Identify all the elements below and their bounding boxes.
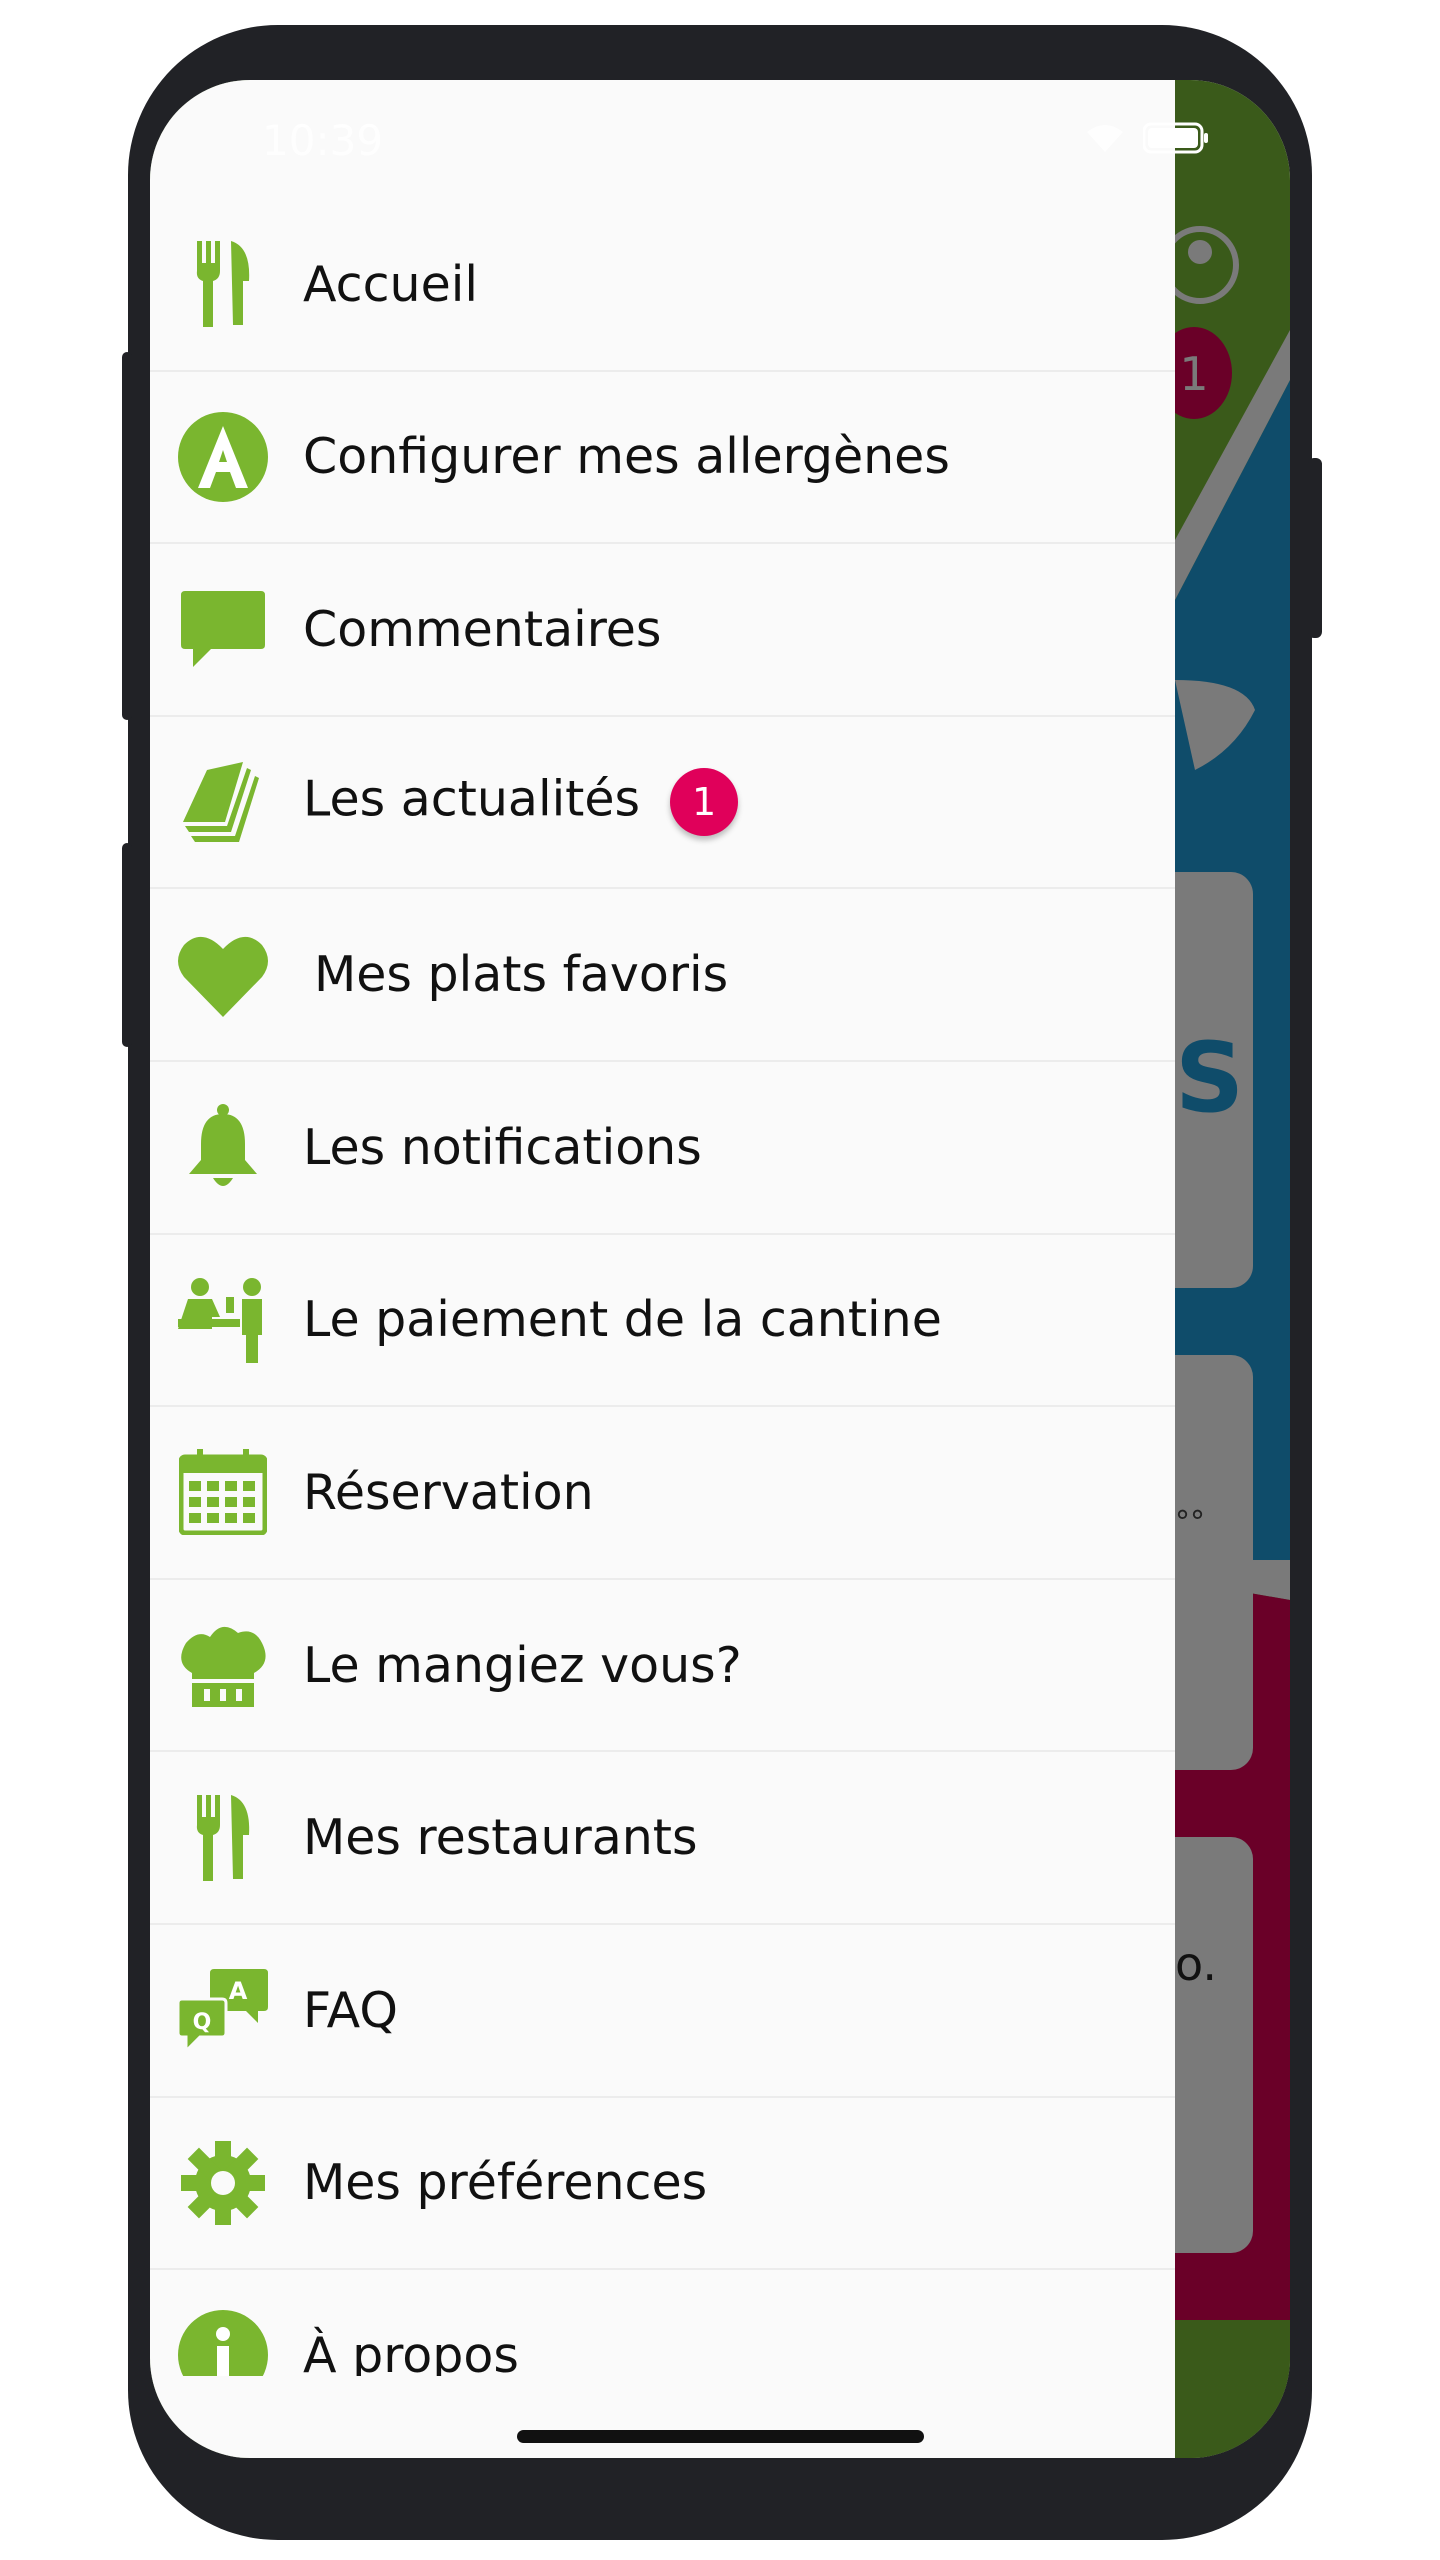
- menu-item-label: Le paiement de la cantine: [303, 1291, 942, 1349]
- menu-item-label: Les notifications: [303, 1118, 702, 1176]
- menu-item-preferences[interactable]: Mes préférences: [150, 2098, 1175, 2271]
- power-button: [1308, 458, 1322, 638]
- news-count-badge: 1: [670, 768, 739, 837]
- status-icons: [1085, 122, 1209, 154]
- navigation-drawer: 10:39 Accueil Configurer mes allergènes …: [150, 80, 1208, 2458]
- volume-button: [122, 843, 132, 1047]
- comment-icon: [178, 584, 268, 674]
- faq-icon: AQ: [178, 1965, 268, 2055]
- menu-item-notifications[interactable]: Les notifications: [150, 1062, 1175, 1235]
- allergen-a-icon: [178, 411, 268, 502]
- fork-knife-icon: [178, 1793, 268, 1883]
- info-icon: [178, 2310, 268, 2376]
- battery-icon: [1143, 122, 1208, 154]
- background-card: o.: [1175, 1837, 1253, 2253]
- menu-item-label: Mes préférences: [303, 2154, 708, 2212]
- menu-item-label: Les actualités 1: [303, 768, 739, 837]
- menu-item-label: Réservation: [303, 1463, 594, 1521]
- menu-item-accueil[interactable]: Accueil: [150, 199, 1175, 372]
- menu-item-favorites[interactable]: Mes plats favoris: [150, 889, 1175, 1062]
- background-card: S: [1175, 872, 1253, 1288]
- card-text: o.: [1175, 1937, 1217, 1991]
- fork-knife-icon: [178, 239, 268, 329]
- svg-text:Q: Q: [193, 2010, 212, 2035]
- newspaper-icon: [178, 757, 268, 847]
- menu-item-allergens[interactable]: Configurer mes allergènes: [150, 372, 1175, 545]
- menu-item-restaurants[interactable]: Mes restaurants: [150, 1752, 1175, 1925]
- status-time: 10:39: [262, 116, 384, 165]
- heart-icon: [178, 930, 268, 1020]
- gear-icon: [178, 2138, 268, 2228]
- background-card: °°: [1175, 1355, 1253, 1770]
- menu-item-faq[interactable]: AQ FAQ: [150, 1925, 1175, 2098]
- calendar-icon: [178, 1447, 268, 1537]
- menu-item-label: Le mangiez vous?: [303, 1636, 742, 1694]
- menu-item-reservation[interactable]: Réservation: [150, 1407, 1175, 1580]
- menu-item-mangiez-vous[interactable]: Le mangiez vous?: [150, 1580, 1175, 1753]
- card-text: °°: [1175, 1505, 1205, 1540]
- phone-screen: 1 S °° o. 10:39 Accueil Configurer mes a…: [150, 80, 1290, 2458]
- menu-item-comments[interactable]: Commentaires: [150, 544, 1175, 717]
- menu-list: Accueil Configurer mes allergènes Commen…: [150, 199, 1175, 2376]
- menu-item-label: Accueil: [303, 255, 478, 313]
- svg-text:1: 1: [1179, 347, 1208, 401]
- menu-item-text: Les actualités: [303, 770, 641, 828]
- volume-button: [122, 352, 132, 720]
- menu-item-label: Commentaires: [303, 600, 662, 658]
- menu-item-label: À propos: [303, 2326, 519, 2376]
- menu-item-label: Mes restaurants: [303, 1809, 698, 1867]
- bell-icon: [178, 1102, 268, 1192]
- menu-item-payment[interactable]: Le paiement de la cantine: [150, 1235, 1175, 1408]
- menu-item-label: Configurer mes allergènes: [303, 428, 950, 486]
- menu-item-news[interactable]: Les actualités 1: [150, 717, 1175, 890]
- payment-people-icon: [178, 1275, 268, 1365]
- card-text: S: [1175, 1022, 1245, 1134]
- menu-item-about[interactable]: À propos: [150, 2270, 1175, 2376]
- menu-item-label: Mes plats favoris: [314, 946, 729, 1004]
- svg-text:A: A: [229, 1977, 248, 2005]
- chef-hat-icon: [178, 1620, 268, 1710]
- menu-item-label: FAQ: [303, 1981, 398, 2039]
- home-indicator[interactable]: [517, 2430, 924, 2443]
- wifi-icon: [1087, 125, 1123, 152]
